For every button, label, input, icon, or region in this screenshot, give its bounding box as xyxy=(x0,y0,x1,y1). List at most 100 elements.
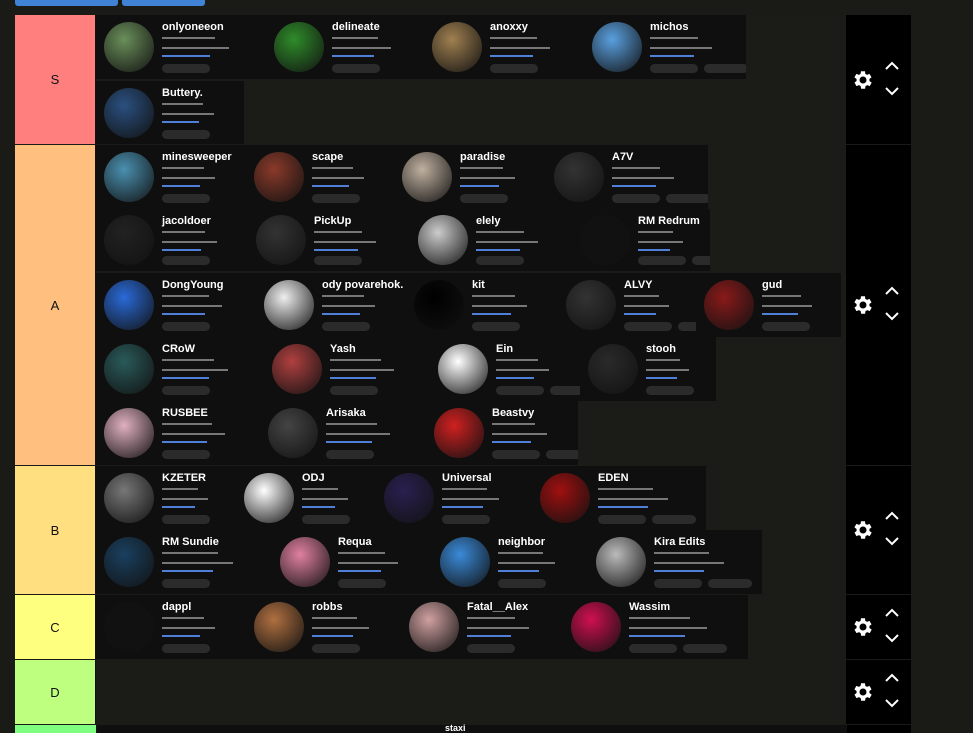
chevron-up-icon[interactable] xyxy=(884,673,900,683)
subscribed-button[interactable] xyxy=(312,194,360,203)
subscribed-button[interactable] xyxy=(332,64,380,73)
subscribed-button[interactable] xyxy=(646,386,694,395)
channel-card[interactable]: CRoW xyxy=(96,337,264,401)
channel-card[interactable]: elely xyxy=(410,209,572,271)
subscribed-button[interactable] xyxy=(654,579,702,588)
channel-card[interactable]: neighbor xyxy=(432,530,588,594)
channel-card[interactable]: kit xyxy=(406,273,558,337)
community-button[interactable] xyxy=(683,644,727,653)
channel-card[interactable]: RUSBEE xyxy=(96,401,260,465)
channel-card[interactable]: onlyoneeon xyxy=(96,15,266,79)
subscribed-button[interactable] xyxy=(162,322,210,331)
channel-card[interactable]: Buttery. xyxy=(96,81,244,144)
subscribed-button[interactable] xyxy=(162,515,210,524)
channel-card[interactable]: dappl xyxy=(96,595,246,659)
community-button[interactable] xyxy=(704,64,746,73)
channel-card[interactable]: DongYoung xyxy=(96,273,256,337)
gear-icon[interactable] xyxy=(850,680,874,704)
subscribed-button[interactable] xyxy=(314,256,362,265)
subscribed-button[interactable] xyxy=(162,386,210,395)
subscribed-button[interactable] xyxy=(629,644,677,653)
community-button[interactable] xyxy=(692,256,710,265)
chevron-down-icon[interactable] xyxy=(884,633,900,643)
channel-card[interactable]: Fatal__Alex xyxy=(401,595,563,659)
subscribed-button[interactable] xyxy=(302,515,350,524)
subscribed-button[interactable] xyxy=(162,194,210,203)
tier-label[interactable]: S xyxy=(15,15,96,144)
subscribed-button[interactable] xyxy=(476,256,524,265)
gear-icon[interactable] xyxy=(850,518,874,542)
channel-card[interactable]: Kira Edits xyxy=(588,530,762,594)
subscribed-button[interactable] xyxy=(162,64,210,73)
subscribed-button[interactable] xyxy=(162,256,210,265)
channel-card[interactable]: RM Sundie xyxy=(96,530,272,594)
subscribed-button[interactable] xyxy=(624,322,672,331)
channel-card[interactable]: EDEN xyxy=(532,466,706,530)
chevron-up-icon[interactable] xyxy=(884,511,900,521)
channel-card[interactable]: delineate xyxy=(266,15,424,79)
channel-card[interactable]: minesweeper xyxy=(96,145,246,209)
subscribed-button[interactable] xyxy=(496,386,544,395)
top-action-button-1[interactable] xyxy=(15,0,118,6)
subscribed-button[interactable] xyxy=(162,644,210,653)
channel-card[interactable]: stooh xyxy=(580,337,716,401)
subscribed-button[interactable] xyxy=(312,644,360,653)
gear-icon[interactable] xyxy=(850,615,874,639)
chevron-down-icon[interactable] xyxy=(884,536,900,546)
subscribed-button[interactable] xyxy=(162,579,210,588)
tier-label[interactable] xyxy=(15,725,96,733)
community-button[interactable] xyxy=(666,194,708,203)
subscribed-button[interactable] xyxy=(326,450,374,459)
community-button[interactable] xyxy=(652,515,696,524)
subscribed-button[interactable] xyxy=(330,386,378,395)
subscribed-button[interactable] xyxy=(650,64,698,73)
community-button[interactable] xyxy=(708,579,752,588)
chevron-up-icon[interactable] xyxy=(884,286,900,296)
tier-label[interactable]: D xyxy=(15,660,96,724)
subscribed-button[interactable] xyxy=(162,450,210,459)
channel-card[interactable]: A7V xyxy=(546,145,708,209)
channel-card[interactable]: Universal xyxy=(376,466,532,530)
subscribed-button[interactable] xyxy=(612,194,660,203)
chevron-up-icon[interactable] xyxy=(884,608,900,618)
top-action-button-2[interactable] xyxy=(122,0,205,6)
channel-card[interactable]: Yash xyxy=(264,337,430,401)
community-button[interactable] xyxy=(550,386,580,395)
subscribed-button[interactable] xyxy=(490,64,538,73)
gear-icon[interactable] xyxy=(850,68,874,92)
subscribed-button[interactable] xyxy=(467,644,515,653)
tier-label[interactable]: B xyxy=(15,466,96,594)
subscribed-button[interactable] xyxy=(762,322,810,331)
subscribed-button[interactable] xyxy=(460,194,508,203)
channel-card[interactable]: ALVY xyxy=(558,273,696,337)
subscribed-button[interactable] xyxy=(322,322,370,331)
subscribed-button[interactable] xyxy=(472,322,520,331)
subscribed-button[interactable] xyxy=(442,515,490,524)
tier-label[interactable]: A xyxy=(15,145,96,465)
channel-card[interactable]: anoxxy xyxy=(424,15,584,79)
subscribed-button[interactable] xyxy=(162,130,210,139)
channel-card[interactable]: PickUp xyxy=(248,209,410,271)
channel-card[interactable]: KZETER xyxy=(96,466,236,530)
channel-card[interactable]: RM Redrum xyxy=(572,209,710,271)
channel-card[interactable]: michos xyxy=(584,15,746,79)
subscribed-button[interactable] xyxy=(338,579,386,588)
community-button[interactable] xyxy=(678,322,696,331)
channel-card[interactable]: Wassim xyxy=(563,595,748,659)
chevron-up-icon[interactable] xyxy=(884,61,900,71)
channel-card[interactable]: gud xyxy=(696,273,841,337)
community-button[interactable] xyxy=(546,450,578,459)
chevron-down-icon[interactable] xyxy=(884,311,900,321)
channel-card[interactable]: Beastvy xyxy=(426,401,578,465)
channel-card[interactable]: Requa xyxy=(272,530,432,594)
channel-card[interactable]: Ein xyxy=(430,337,580,401)
subscribed-button[interactable] xyxy=(638,256,686,265)
channel-card[interactable]: Arisaka xyxy=(260,401,426,465)
subscribed-button[interactable] xyxy=(498,579,546,588)
gear-icon[interactable] xyxy=(850,293,874,317)
channel-card[interactable]: scape xyxy=(246,145,394,209)
chevron-down-icon[interactable] xyxy=(884,698,900,708)
tier-label[interactable]: C xyxy=(15,595,96,659)
channel-card[interactable]: paradise xyxy=(394,145,546,209)
channel-card[interactable]: robbs xyxy=(246,595,401,659)
